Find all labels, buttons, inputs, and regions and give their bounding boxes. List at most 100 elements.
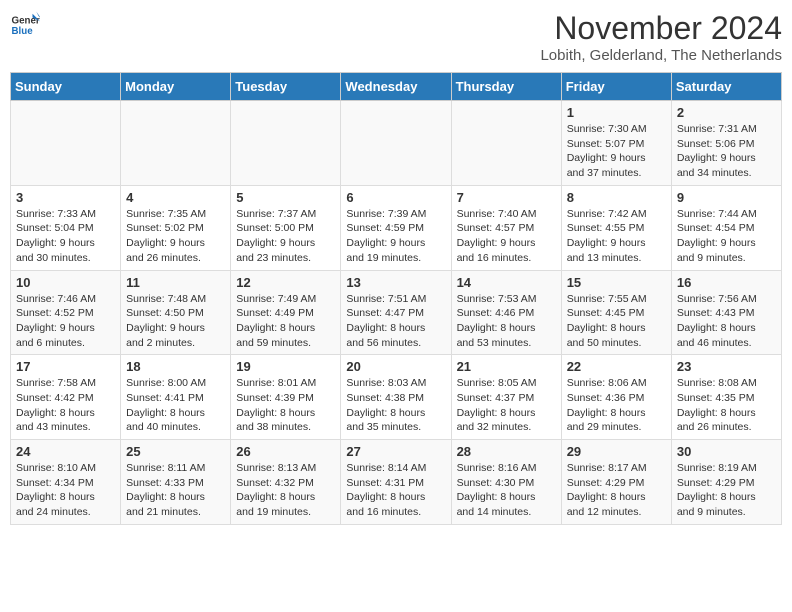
day-number: 28 <box>457 444 556 459</box>
day-info: Sunrise: 8:10 AM Sunset: 4:34 PM Dayligh… <box>16 461 115 520</box>
calendar-cell: 22 Sunrise: 8:06 AM Sunset: 4:36 PM Dayli… <box>561 355 671 440</box>
calendar-header-cell: Friday <box>561 73 671 101</box>
day-number: 25 <box>126 444 225 459</box>
calendar-week-row: 10Sunrise: 7:46 AM Sunset: 4:52 PM Dayli… <box>11 270 782 355</box>
day-number: 8 <box>567 190 666 205</box>
day-info: Sunrise: 7:42 AM Sunset: 4:55 PM Dayligh… <box>567 207 666 266</box>
day-number: 17 <box>16 359 115 374</box>
day-info: Sunrise: 8:06 AM Sunset: 4:36 PM Dayligh… <box>567 376 666 435</box>
calendar-cell: 21Sunrise: 8:05 AM Sunset: 4:37 PM Dayli… <box>451 355 561 440</box>
calendar-cell: 24 Sunrise: 8:10 AM Sunset: 4:34 PM Dayli… <box>11 440 121 525</box>
day-number: 11 <box>126 275 225 290</box>
day-info: Sunrise: 7:39 AM Sunset: 4:59 PM Dayligh… <box>346 207 445 266</box>
calendar-header-row: SundayMondayTuesdayWednesdayThursdayFrid… <box>11 73 782 101</box>
day-number: 12 <box>236 275 335 290</box>
calendar-header-cell: Thursday <box>451 73 561 101</box>
location-subtitle: Lobith, Gelderland, The Netherlands <box>540 47 782 64</box>
day-number: 3 <box>16 190 115 205</box>
day-number: 22 <box>567 359 666 374</box>
logo-icon: General Blue <box>10 10 40 40</box>
calendar-body: 1 Sunrise: 7:30 AM Sunset: 5:07 PM Daylig… <box>11 101 782 525</box>
day-info: Sunrise: 8:08 AM Sunset: 4:35 PM Dayligh… <box>677 376 776 435</box>
title-area: November 2024 Lobith, Gelderland, The Ne… <box>540 10 782 64</box>
day-number: 1 <box>567 105 666 120</box>
calendar-cell: 23 Sunrise: 8:08 AM Sunset: 4:35 PM Dayli… <box>671 355 781 440</box>
calendar-table: SundayMondayTuesdayWednesdayThursdayFrid… <box>10 72 782 525</box>
calendar-header-cell: Tuesday <box>231 73 341 101</box>
day-info: Sunrise: 7:51 AM Sunset: 4:47 PM Dayligh… <box>346 292 445 351</box>
calendar-cell: 30 Sunrise: 8:19 AM Sunset: 4:29 PM Dayli… <box>671 440 781 525</box>
day-number: 20 <box>346 359 445 374</box>
calendar-header-cell: Monday <box>121 73 231 101</box>
calendar-cell: 19 Sunrise: 8:01 AM Sunset: 4:39 PM Dayli… <box>231 355 341 440</box>
day-info: Sunrise: 7:58 AM Sunset: 4:42 PM Dayligh… <box>16 376 115 435</box>
calendar-cell: 20 Sunrise: 8:03 AM Sunset: 4:38 PM Dayli… <box>341 355 451 440</box>
calendar-cell: 7 Sunrise: 7:40 AM Sunset: 4:57 PM Daylig… <box>451 185 561 270</box>
day-number: 7 <box>457 190 556 205</box>
calendar-cell: 12 Sunrise: 7:49 AM Sunset: 4:49 PM Dayli… <box>231 270 341 355</box>
day-info: Sunrise: 7:37 AM Sunset: 5:00 PM Dayligh… <box>236 207 335 266</box>
day-info: Sunrise: 7:30 AM Sunset: 5:07 PM Dayligh… <box>567 122 666 181</box>
day-number: 27 <box>346 444 445 459</box>
calendar-week-row: 3 Sunrise: 7:33 AM Sunset: 5:04 PM Daylig… <box>11 185 782 270</box>
day-number: 30 <box>677 444 776 459</box>
calendar-cell: 2Sunrise: 7:31 AM Sunset: 5:06 PM Daylig… <box>671 101 781 186</box>
calendar-cell: 6Sunrise: 7:39 AM Sunset: 4:59 PM Daylig… <box>341 185 451 270</box>
calendar-cell <box>231 101 341 186</box>
day-info: Sunrise: 7:55 AM Sunset: 4:45 PM Dayligh… <box>567 292 666 351</box>
day-number: 19 <box>236 359 335 374</box>
day-number: 23 <box>677 359 776 374</box>
day-info: Sunrise: 8:19 AM Sunset: 4:29 PM Dayligh… <box>677 461 776 520</box>
calendar-cell: 26 Sunrise: 8:13 AM Sunset: 4:32 PM Dayli… <box>231 440 341 525</box>
calendar-header-cell: Saturday <box>671 73 781 101</box>
day-info: Sunrise: 7:40 AM Sunset: 4:57 PM Dayligh… <box>457 207 556 266</box>
day-info: Sunrise: 8:16 AM Sunset: 4:30 PM Dayligh… <box>457 461 556 520</box>
calendar-header-cell: Sunday <box>11 73 121 101</box>
day-info: Sunrise: 7:56 AM Sunset: 4:43 PM Dayligh… <box>677 292 776 351</box>
calendar-cell: 3 Sunrise: 7:33 AM Sunset: 5:04 PM Daylig… <box>11 185 121 270</box>
day-number: 21 <box>457 359 556 374</box>
day-info: Sunrise: 8:11 AM Sunset: 4:33 PM Dayligh… <box>126 461 225 520</box>
day-info: Sunrise: 7:48 AM Sunset: 4:50 PM Dayligh… <box>126 292 225 351</box>
day-info: Sunrise: 8:01 AM Sunset: 4:39 PM Dayligh… <box>236 376 335 435</box>
calendar-cell: 8 Sunrise: 7:42 AM Sunset: 4:55 PM Daylig… <box>561 185 671 270</box>
day-number: 18 <box>126 359 225 374</box>
calendar-cell: 4 Sunrise: 7:35 AM Sunset: 5:02 PM Daylig… <box>121 185 231 270</box>
calendar-cell: 17 Sunrise: 7:58 AM Sunset: 4:42 PM Dayli… <box>11 355 121 440</box>
calendar-week-row: 1 Sunrise: 7:30 AM Sunset: 5:07 PM Daylig… <box>11 101 782 186</box>
logo: General Blue <box>10 10 40 40</box>
day-info: Sunrise: 7:49 AM Sunset: 4:49 PM Dayligh… <box>236 292 335 351</box>
day-info: Sunrise: 7:33 AM Sunset: 5:04 PM Dayligh… <box>16 207 115 266</box>
day-number: 26 <box>236 444 335 459</box>
day-number: 5 <box>236 190 335 205</box>
day-number: 14 <box>457 275 556 290</box>
calendar-cell: 5 Sunrise: 7:37 AM Sunset: 5:00 PM Daylig… <box>231 185 341 270</box>
day-info: Sunrise: 8:13 AM Sunset: 4:32 PM Dayligh… <box>236 461 335 520</box>
header: General Blue November 2024 Lobith, Gelde… <box>10 10 782 64</box>
calendar-cell: 16Sunrise: 7:56 AM Sunset: 4:43 PM Dayli… <box>671 270 781 355</box>
day-number: 29 <box>567 444 666 459</box>
calendar-cell: 25 Sunrise: 8:11 AM Sunset: 4:33 PM Dayli… <box>121 440 231 525</box>
day-number: 2 <box>677 105 776 120</box>
day-number: 9 <box>677 190 776 205</box>
calendar-cell: 27 Sunrise: 8:14 AM Sunset: 4:31 PM Dayli… <box>341 440 451 525</box>
day-info: Sunrise: 8:03 AM Sunset: 4:38 PM Dayligh… <box>346 376 445 435</box>
day-info: Sunrise: 7:53 AM Sunset: 4:46 PM Dayligh… <box>457 292 556 351</box>
calendar-cell: 11 Sunrise: 7:48 AM Sunset: 4:50 PM Dayli… <box>121 270 231 355</box>
calendar-cell <box>121 101 231 186</box>
day-number: 24 <box>16 444 115 459</box>
day-number: 15 <box>567 275 666 290</box>
day-number: 4 <box>126 190 225 205</box>
calendar-cell: 10Sunrise: 7:46 AM Sunset: 4:52 PM Dayli… <box>11 270 121 355</box>
day-info: Sunrise: 8:17 AM Sunset: 4:29 PM Dayligh… <box>567 461 666 520</box>
day-info: Sunrise: 7:35 AM Sunset: 5:02 PM Dayligh… <box>126 207 225 266</box>
calendar-cell: 18Sunrise: 8:00 AM Sunset: 4:41 PM Dayli… <box>121 355 231 440</box>
day-number: 13 <box>346 275 445 290</box>
calendar-cell <box>451 101 561 186</box>
calendar-week-row: 17 Sunrise: 7:58 AM Sunset: 4:42 PM Dayli… <box>11 355 782 440</box>
calendar-cell: 28 Sunrise: 8:16 AM Sunset: 4:30 PM Dayli… <box>451 440 561 525</box>
calendar-cell <box>341 101 451 186</box>
calendar-cell <box>11 101 121 186</box>
calendar-cell: 29 Sunrise: 8:17 AM Sunset: 4:29 PM Dayli… <box>561 440 671 525</box>
day-info: Sunrise: 8:14 AM Sunset: 4:31 PM Dayligh… <box>346 461 445 520</box>
